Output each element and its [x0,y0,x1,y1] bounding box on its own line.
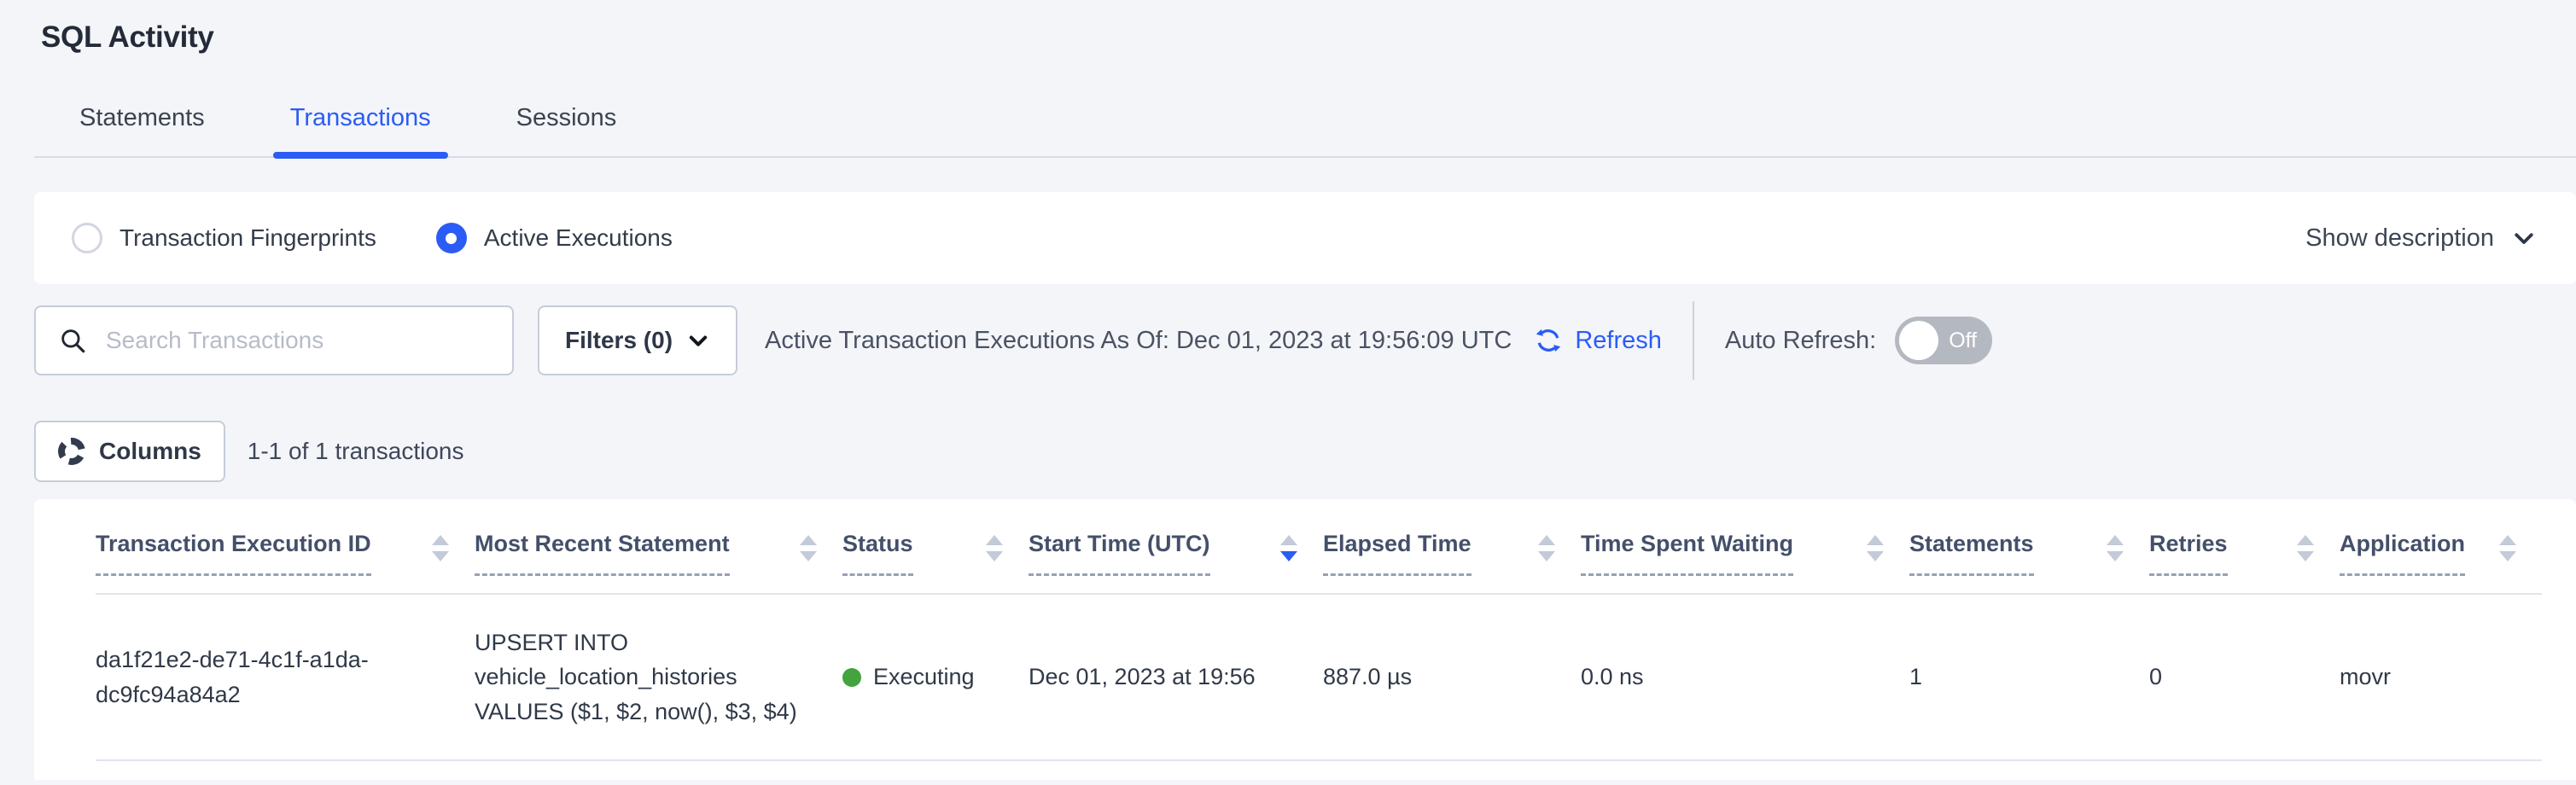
view-mode-card: Transaction Fingerprints Active Executio… [34,192,2576,284]
show-description-button[interactable]: Show description [2305,224,2538,253]
tab-bar: Statements Transactions Sessions [34,104,2576,156]
sort-icon [1538,530,1555,561]
filters-button[interactable]: Filters (0) [538,305,737,375]
sort-icon [800,530,817,561]
vertical-divider [1693,301,1694,380]
radio-label: Active Executions [484,224,673,252]
cell-transaction-execution-id: da1f21e2-de71-4c1f-a1da-dc9fc94a84a2 [96,594,475,761]
table-toolbar: Columns 1-1 of 1 transactions [34,421,2576,482]
column-header-statements[interactable]: Statements [1909,530,2149,594]
transactions-table-card: Transaction Execution ID Most Recent Sta… [34,499,2576,780]
show-description-label: Show description [2305,224,2494,253]
toggle-state-label: Off [1949,329,1977,353]
column-header-start-time[interactable]: Start Time (UTC) [1029,530,1323,594]
transactions-table: Transaction Execution ID Most Recent Sta… [96,530,2542,761]
column-header-application[interactable]: Application [2340,530,2542,594]
refresh-label: Refresh [1575,327,1662,355]
result-count: 1-1 of 1 transactions [248,438,464,465]
radio-icon [436,223,467,253]
table-row: da1f21e2-de71-4c1f-a1da-dc9fc94a84a2 UPS… [96,594,2542,761]
sort-icon [1280,530,1297,561]
cell-elapsed-time: 887.0 µs [1323,594,1581,761]
chevron-down-icon [2511,225,2537,251]
refresh-button[interactable]: Refresh [1532,324,1662,357]
sort-icon [432,530,449,561]
table-header-row: Transaction Execution ID Most Recent Sta… [96,530,2542,594]
chevron-down-icon [686,329,710,352]
sort-icon [2297,530,2314,561]
columns-button[interactable]: Columns [34,421,225,482]
cell-application: movr [2340,594,2542,761]
search-input[interactable] [104,326,495,355]
radio-transaction-fingerprints[interactable]: Transaction Fingerprints [72,223,376,253]
search-icon [58,326,87,355]
sort-icon [2499,530,2516,561]
tab-sessions[interactable]: Sessions [499,104,634,156]
auto-refresh-toggle[interactable]: Off [1895,317,1992,364]
column-header-status[interactable]: Status [842,530,1029,594]
status-executing-dot-icon [842,668,861,687]
cell-time-spent-waiting: 0.0 ns [1581,594,1909,761]
sort-icon [2107,530,2124,561]
cell-retries: 0 [2149,594,2340,761]
radio-icon [72,223,102,253]
refresh-icon [1532,324,1565,357]
sort-icon [1867,530,1884,561]
cell-statements: 1 [1909,594,2149,761]
status-label: Executing [873,660,975,695]
columns-button-label: Columns [99,438,201,465]
radio-label: Transaction Fingerprints [119,224,376,252]
column-header-retries[interactable]: Retries [2149,530,2340,594]
tab-transactions[interactable]: Transactions [273,104,448,156]
cell-start-time: Dec 01, 2023 at 19:56 [1029,594,1323,761]
controls-row: Filters (0) Active Transaction Execution… [34,305,2576,376]
page-title: SQL Activity [34,0,2576,55]
tab-statements[interactable]: Statements [62,104,222,156]
filters-label: Filters (0) [565,327,673,354]
as-of-text: Active Transaction Executions As Of: Dec… [765,327,1512,355]
cell-most-recent-statement: UPSERT INTO vehicle_location_histories V… [475,594,842,761]
cell-status: Executing [842,594,1029,761]
sort-icon [986,530,1003,561]
gear-icon [58,438,85,465]
column-header-transaction-execution-id[interactable]: Transaction Execution ID [96,530,475,594]
radio-active-executions[interactable]: Active Executions [436,223,673,253]
toggle-knob [1899,321,1938,360]
auto-refresh-label: Auto Refresh: [1725,327,1876,355]
column-header-most-recent-statement[interactable]: Most Recent Statement [475,530,842,594]
search-box[interactable] [34,305,514,375]
column-header-time-spent-waiting[interactable]: Time Spent Waiting [1581,530,1909,594]
column-header-elapsed-time[interactable]: Elapsed Time [1323,530,1581,594]
